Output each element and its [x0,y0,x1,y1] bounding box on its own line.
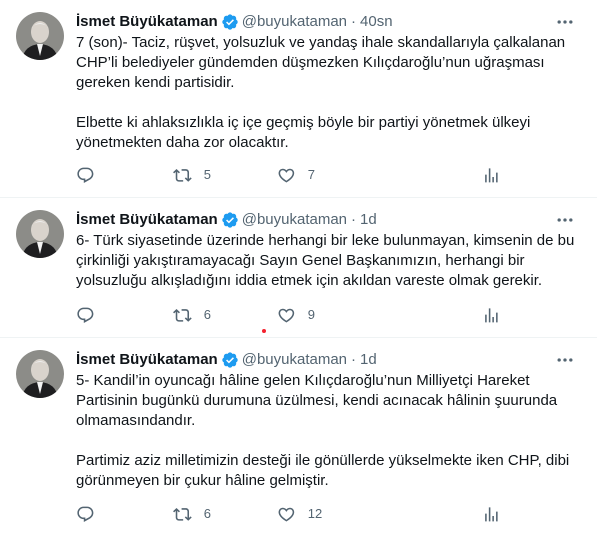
heart-icon [278,507,295,522]
reply-button[interactable] [76,165,95,185]
retweet-icon [173,507,192,521]
tweet-3[interactable]: İsmet Büyükataman @buyukataman · 1d 5- K… [0,338,597,535]
tweet-1[interactable]: İsmet Büyükataman @buyukataman · 40sn 7 … [0,0,597,198]
retweet-button[interactable]: 6 [173,305,211,325]
like-count: 12 [307,506,323,521]
tweet-text: 7 (son)- Taciz, rüşvet, yolsuzluk ve yan… [76,33,583,153]
retweet-count: 6 [203,506,211,521]
reply-icon [77,307,94,323]
timestamp[interactable]: 40sn [360,12,393,32]
tweet-paragraph: 5- Kandil’in oyuncağı hâline gelen Kılıç… [76,372,558,429]
separator-dot: · [351,13,357,30]
retweet-count: 6 [203,307,211,322]
action-bar: 6 9 [76,305,583,325]
action-bar: 6 12 [76,504,583,524]
author-handle[interactable]: @buyukataman [242,210,347,230]
like-count: 9 [307,307,315,322]
like-button[interactable]: 12 [277,504,322,524]
like-count: 7 [307,167,315,182]
verified-badge-icon [222,14,238,30]
notification-dot [262,329,266,333]
analytics-icon [485,167,498,183]
author-name[interactable]: İsmet Büyükataman [76,350,218,370]
author-handle[interactable]: @buyukataman [242,12,347,32]
tweet-paragraph: 7 (son)- Taciz, rüşvet, yolsuzluk ve yan… [76,34,566,91]
more-horizontal-icon[interactable] [555,210,575,230]
profile-photo [16,210,64,258]
retweet-count: 5 [203,167,211,182]
more-horizontal-icon[interactable] [555,12,575,32]
profile-photo [16,350,64,398]
avatar[interactable] [16,12,64,60]
retweet-icon [173,308,192,322]
analytics-icon [485,307,498,323]
heart-icon [278,308,295,323]
analytics-icon [485,506,498,522]
analytics-button[interactable] [482,165,501,185]
tweet-text: 6- Türk siyasetinde üzerinde herhangi bi… [76,231,583,291]
author-name[interactable]: İsmet Büyükataman [76,12,218,32]
verified-badge-icon [222,212,238,228]
reply-icon [77,506,94,522]
more-horizontal-icon[interactable] [555,350,575,370]
timestamp[interactable]: 1d [360,350,377,370]
avatar[interactable] [16,210,64,258]
profile-photo [16,12,64,60]
reply-icon [77,167,94,183]
author-name[interactable]: İsmet Büyükataman [76,210,218,230]
separator-dot: · [351,211,357,228]
retweet-button[interactable]: 5 [173,165,211,185]
avatar[interactable] [16,350,64,398]
timestamp[interactable]: 1d [360,210,377,230]
like-button[interactable]: 9 [277,305,315,325]
verified-badge-icon [222,352,238,368]
author-handle[interactable]: @buyukataman [242,350,347,370]
reply-button[interactable] [76,504,95,524]
tweet-paragraph: 6- Türk siyasetinde üzerinde herhangi bi… [76,232,575,289]
tweet-paragraph: Partimiz aziz milletimizin desteği ile g… [76,452,570,489]
reply-button[interactable] [76,305,95,325]
tweet-2[interactable]: İsmet Büyükataman @buyukataman · 1d 6- T… [0,198,597,338]
tweet-text: 5- Kandil’in oyuncağı hâline gelen Kılıç… [76,371,583,491]
action-bar: 5 7 [76,165,583,185]
tweet-paragraph: Elbette ki ahlaksızlıkla iç içe geçmiş b… [76,114,531,151]
retweet-button[interactable]: 6 [173,504,211,524]
retweet-icon [173,168,192,182]
analytics-button[interactable] [482,504,501,524]
separator-dot: · [351,351,357,368]
heart-icon [278,168,295,183]
like-button[interactable]: 7 [277,165,315,185]
analytics-button[interactable] [482,305,501,325]
